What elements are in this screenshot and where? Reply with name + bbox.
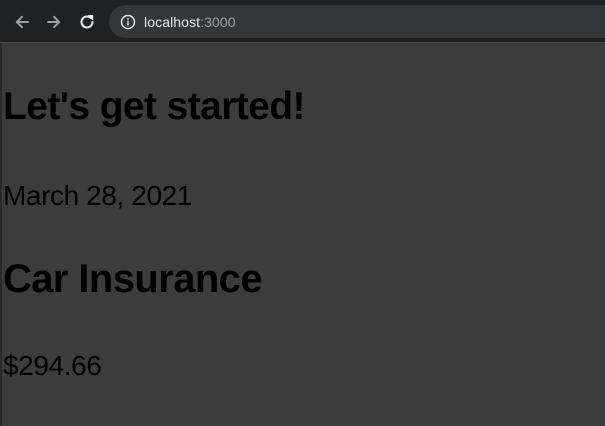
url-port: :3000	[200, 13, 236, 30]
arrow-left-icon	[15, 15, 29, 29]
forward-button[interactable]	[42, 10, 66, 34]
amount-text: $294.66	[3, 350, 102, 381]
url-text[interactable]: localhost:3000	[144, 14, 236, 30]
reload-icon	[80, 15, 94, 29]
url-host: localhost	[144, 13, 201, 30]
address-bar[interactable]: localhost:3000	[109, 5, 605, 38]
browser-toolbar: localhost:3000	[0, 0, 605, 43]
section-title: Car Insurance	[3, 257, 263, 301]
arrow-right-icon	[47, 15, 61, 29]
page-heading: Let's get started!	[3, 85, 305, 128]
page-content: Let's get started! March 28, 2021 Car In…	[0, 43, 605, 426]
reload-button[interactable]	[75, 10, 99, 34]
date-text: March 28, 2021	[3, 180, 192, 211]
back-button[interactable]	[10, 10, 34, 34]
info-icon[interactable]	[120, 14, 136, 30]
